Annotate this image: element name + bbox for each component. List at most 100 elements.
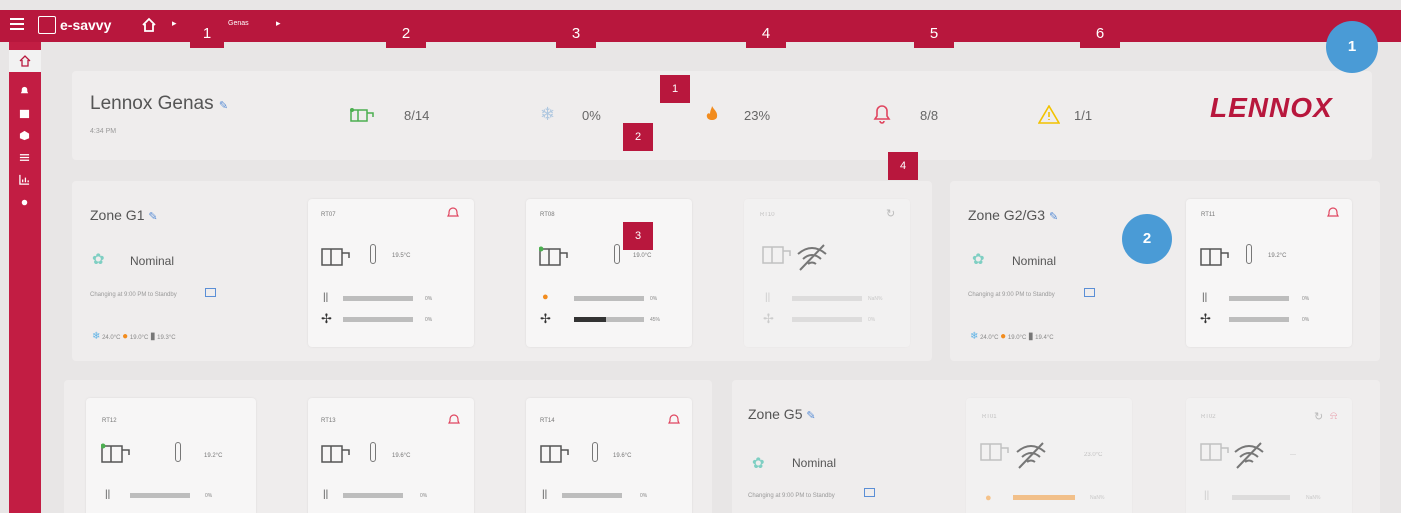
warning-icon[interactable] <box>1038 105 1060 124</box>
bell-alarm-icon[interactable] <box>1327 207 1339 220</box>
rooftop-unit-icon <box>350 108 374 122</box>
callout-tab-3: 3 <box>556 20 596 48</box>
unit-temperature: 19.6°C <box>392 453 411 459</box>
progress-bar <box>130 493 190 498</box>
bell-alarm-icon[interactable] <box>668 414 680 427</box>
thermometer-icon: ▮ <box>1027 331 1034 342</box>
bell-icon[interactable] <box>19 85 30 96</box>
unit-id: RT10 <box>760 212 775 218</box>
thermometer-icon <box>370 244 376 264</box>
box-icon[interactable] <box>19 130 30 141</box>
pause-icon: || <box>323 292 329 303</box>
app-name[interactable]: e-savvy <box>60 17 111 33</box>
calendar-icon[interactable] <box>864 488 875 497</box>
unit-temperature: 19.0°C <box>633 253 652 259</box>
sidebar <box>9 42 41 513</box>
rooftop-unit-icon <box>762 246 791 264</box>
zone-schedule: Changing at 9:00 PM to Standby <box>90 292 177 298</box>
unit-id: RT02 <box>1201 414 1216 420</box>
home-icon <box>19 55 31 67</box>
unit-id: RT01 <box>982 414 997 420</box>
callout-circle-1: 1 <box>1326 21 1378 73</box>
wifi-off-icon <box>1016 442 1046 469</box>
calendar-icon[interactable] <box>19 108 30 119</box>
chart-icon[interactable] <box>19 174 30 185</box>
bell-alarm-icon[interactable] <box>448 414 460 427</box>
progress-value: NaN% <box>1306 495 1321 501</box>
site-title: Lennox Genas ✎ <box>90 93 229 114</box>
calendar-icon[interactable] <box>1084 288 1095 297</box>
site-summary-card <box>72 71 1372 160</box>
progress-value: 0% <box>425 296 433 302</box>
breadcrumb-site[interactable]: Genas <box>228 20 249 27</box>
flame-icon: ● <box>985 492 992 504</box>
thermometer-icon <box>1246 244 1252 264</box>
fan-bar <box>1229 317 1289 322</box>
calendar-icon[interactable] <box>205 288 216 297</box>
edit-icon[interactable]: ✎ <box>1049 211 1058 223</box>
settings-icon[interactable] <box>19 197 30 208</box>
heating-percent: 23% <box>744 108 771 123</box>
callout-tab-6: 6 <box>1080 20 1120 48</box>
chevron-right-icon: ▸ <box>172 18 177 28</box>
edit-icon[interactable]: ✎ <box>219 100 228 112</box>
sidebar-item-home[interactable] <box>9 50 41 72</box>
callout-tab-4: 4 <box>746 20 786 48</box>
fan-icon: ✢ <box>321 311 332 326</box>
pause-icon: || <box>323 489 329 500</box>
rooftop-unit-icon <box>1200 443 1229 461</box>
bell-alarm-icon[interactable]: ⍾ <box>1330 410 1337 423</box>
units-count: 8/14 <box>404 108 430 123</box>
pause-icon: || <box>765 292 771 303</box>
flame-icon <box>706 106 718 120</box>
app-logo-icon <box>38 16 56 34</box>
zone-status-icon: ✿ <box>972 251 985 268</box>
progress-value: 0% <box>420 493 428 499</box>
fan-value: 0% <box>868 317 876 323</box>
refresh-icon[interactable]: ↻ <box>886 207 895 220</box>
list-icon[interactable] <box>19 152 30 163</box>
edit-icon[interactable]: ✎ <box>148 211 157 223</box>
unit-card-rt07[interactable] <box>308 199 474 347</box>
refresh-icon[interactable]: ↻ <box>1314 410 1323 423</box>
progress-value: NaN% <box>868 296 883 302</box>
bell-alarm-icon[interactable] <box>872 103 892 125</box>
zone-schedule: Changing at 9:00 PM to Standby <box>968 292 1055 298</box>
rooftop-unit-icon <box>539 246 568 266</box>
unit-id: RT07 <box>321 212 336 218</box>
edit-icon[interactable]: ✎ <box>806 410 815 422</box>
home-icon[interactable] <box>140 16 158 34</box>
fan-bar <box>343 317 413 322</box>
pause-icon: || <box>105 489 111 500</box>
callout-tab-5: 5 <box>914 20 954 48</box>
flame-icon: ● <box>542 291 549 303</box>
zone-temperatures: ❄ 24.0°C ● 19.0°C ▮ 19.4°C <box>970 331 1054 342</box>
wifi-off-icon <box>1234 442 1264 469</box>
unit-id: RT11 <box>1201 212 1216 218</box>
menu-icon[interactable] <box>10 18 24 30</box>
bell-alarm-icon[interactable] <box>447 207 459 220</box>
site-time: 4:34 PM <box>90 128 117 135</box>
zone-status: Nominal <box>130 254 175 268</box>
thermometer-icon <box>614 244 620 264</box>
zone-schedule: Changing at 9:00 PM to Standby <box>748 493 835 499</box>
zone-title: Zone G5 ✎ <box>748 406 816 422</box>
heating-bar <box>1013 495 1075 500</box>
pause-icon: || <box>542 489 548 500</box>
progress-bar <box>343 296 413 301</box>
thermometer-icon <box>592 442 598 462</box>
unit-id: RT08 <box>540 212 555 218</box>
fan-icon: ✢ <box>1200 311 1211 326</box>
lennox-logo: LENNOX <box>1210 92 1333 123</box>
progress-value: 0% <box>205 493 213 499</box>
callout-marker-1: 1 <box>660 75 690 103</box>
progress-value: 0% <box>1302 296 1310 302</box>
zone-temperatures: ❄ 24.0°C ● 19.0°C ▮ 19.3°C <box>92 331 176 342</box>
zone-status: Nominal <box>1012 254 1057 268</box>
rooftop-unit-icon <box>101 443 130 463</box>
snowflake-icon: ❄ <box>92 331 101 342</box>
unit-temperature: 19.5°C <box>392 253 411 259</box>
fan-value: 0% <box>1302 317 1310 323</box>
callout-marker-4: 4 <box>888 152 918 180</box>
fan-value: 45% <box>650 317 661 323</box>
